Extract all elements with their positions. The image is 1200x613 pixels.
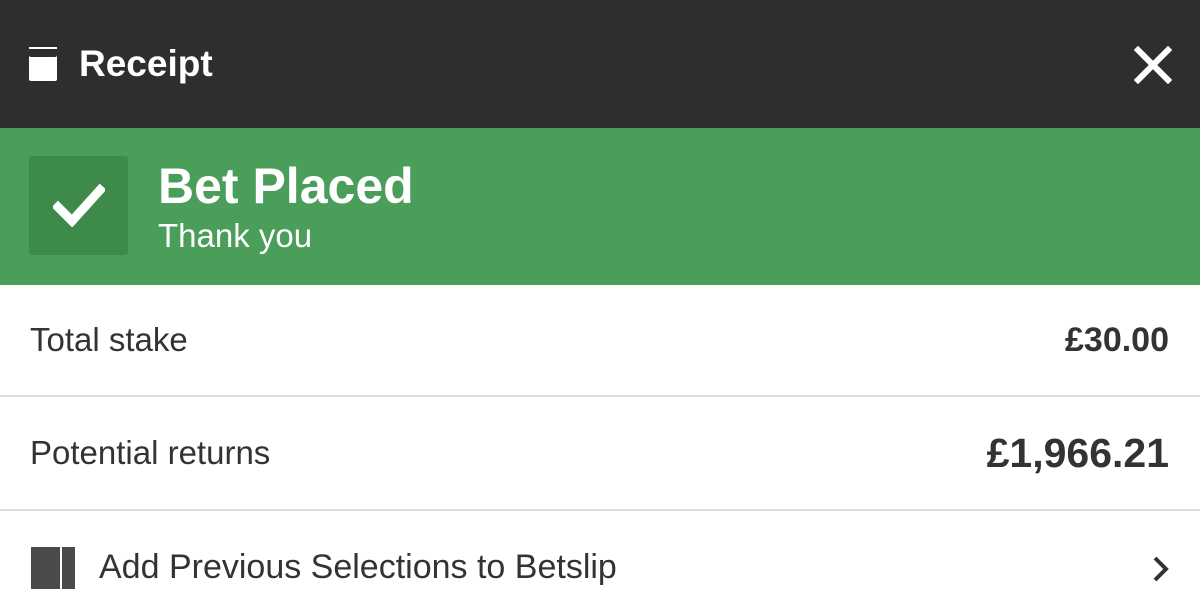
total-stake-label: Total stake [30,321,188,358]
potential-returns-row: Potential returns £1,966.21 [0,397,1200,509]
thank-you-text: Thank you [158,217,313,254]
success-badge [29,156,128,255]
receipt-header: Receipt [0,0,1200,128]
total-stake-value: £30.00 [1065,321,1169,359]
potential-returns-value: £1,966.21 [986,430,1169,476]
add-previous-selections-label: Add Previous Selections to Betslip [99,548,617,586]
total-stake-row: Total stake £30.00 [0,285,1200,395]
add-previous-selections-button[interactable]: Add Previous Selections to Betslip [0,511,1200,613]
potential-returns-label: Potential returns [30,434,271,471]
chevron-right-icon [1153,556,1169,582]
page-title: Receipt [79,43,213,84]
betslip-cards-icon [31,547,75,589]
check-icon [53,183,105,227]
bet-placed-title: Bet Placed [158,158,414,214]
receipt-icon [29,47,57,81]
close-icon[interactable] [1134,46,1172,84]
